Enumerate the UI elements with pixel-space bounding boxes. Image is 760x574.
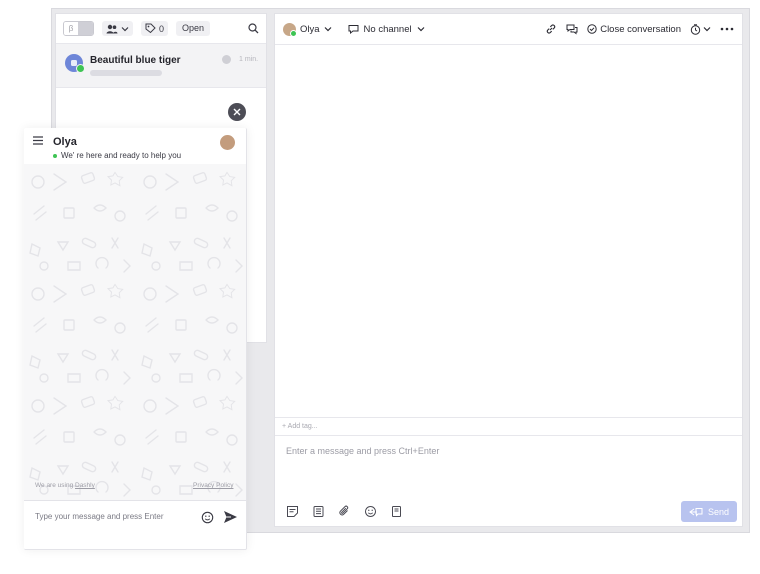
conversation-time: 1 min. <box>239 56 259 63</box>
agent-avatar <box>283 22 297 37</box>
close-conversation-button[interactable]: Close conversation <box>587 24 681 35</box>
widget-status: We' re here and ready to help you <box>53 151 181 160</box>
conversation-panel: Olya No channel Close conversation + Add… <box>274 13 743 527</box>
conversation-status-dot <box>222 55 231 64</box>
tags-filter-button[interactable]: 0 <box>141 21 169 36</box>
check-circle-icon <box>587 24 597 34</box>
close-icon <box>233 108 241 116</box>
message-input[interactable]: Enter a message and press Ctrl+Enter <box>286 446 439 456</box>
agent-name: Olya <box>300 23 320 35</box>
powered-by-link[interactable]: Dashly <box>75 482 95 489</box>
conversation-name: Beautiful blue tiger <box>90 55 181 66</box>
background-pattern <box>24 164 246 500</box>
tags-count: 0 <box>159 23 165 34</box>
filter-toggle[interactable]: β <box>63 21 94 36</box>
note-icon[interactable] <box>286 505 299 518</box>
attach-icon[interactable] <box>338 505 351 518</box>
chat-widget: Olya We' re here and ready to help you W… <box>24 128 247 550</box>
filter-toggle-label: β <box>64 22 78 35</box>
menu-icon[interactable] <box>33 136 43 145</box>
add-tag-button[interactable]: + Add tag... <box>275 417 742 436</box>
send-label: Send <box>707 506 730 517</box>
widget-message-input[interactable]: Type your message and press Enter <box>35 512 164 521</box>
widget-header: Olya We' re here and ready to help you <box>24 128 246 164</box>
conversation-header: Olya No channel Close conversation <box>275 14 742 45</box>
template-icon[interactable] <box>312 505 325 518</box>
tag-icon <box>145 23 156 34</box>
channel-label: No channel <box>363 23 412 35</box>
online-indicator <box>53 153 57 158</box>
assignee-icon <box>106 24 118 33</box>
chevron-down-icon <box>324 27 331 32</box>
emoji-icon[interactable] <box>201 511 214 524</box>
conversation-preview <box>90 70 162 76</box>
message-area <box>275 45 742 417</box>
assignee-filter-button[interactable] <box>102 21 133 36</box>
powered-by-note: We are using Dashly <box>35 482 95 489</box>
chevron-down-icon <box>121 26 129 31</box>
more-icon[interactable] <box>720 27 734 31</box>
channel-selector[interactable]: No channel <box>348 24 425 35</box>
widget-input-area: Type your message and press Enter <box>24 500 246 549</box>
visitor-icon <box>71 60 77 66</box>
powered-by-prefix: We are using <box>35 482 74 489</box>
widget-agent-avatar <box>220 135 235 150</box>
widget-close-button[interactable] <box>228 103 246 121</box>
chevron-down-icon <box>703 27 711 32</box>
link-icon[interactable] <box>545 23 557 35</box>
send-icon <box>689 507 703 517</box>
conversation-avatar <box>65 54 85 73</box>
privacy-policy-label: Privacy Policy <box>193 482 234 489</box>
search-icon[interactable] <box>248 23 259 34</box>
send-button[interactable]: Send <box>681 501 737 522</box>
emoji-icon[interactable] <box>364 505 377 518</box>
widget-title: Olya <box>53 136 77 148</box>
chevron-down-icon <box>417 27 425 32</box>
send-icon[interactable] <box>223 510 238 524</box>
composer-toolbar <box>286 505 403 518</box>
article-icon[interactable] <box>390 505 403 518</box>
widget-message-area <box>24 164 246 500</box>
list-toolbar: β 0 Open <box>56 14 266 44</box>
conversation-list-item[interactable]: Beautiful blue tiger 1 min. <box>56 44 266 88</box>
snooze-button[interactable] <box>690 23 711 35</box>
privacy-policy-link[interactable]: Privacy Policy <box>193 482 233 489</box>
timer-icon <box>690 23 701 35</box>
channel-icon <box>348 25 359 34</box>
agent-selector[interactable]: Olya <box>283 22 332 37</box>
widget-status-text: We' re here and ready to help you <box>61 151 182 160</box>
status-filter-open[interactable]: Open <box>176 21 211 36</box>
close-conversation-label: Close conversation <box>600 23 681 35</box>
chat-bubbles-icon[interactable] <box>566 23 578 35</box>
